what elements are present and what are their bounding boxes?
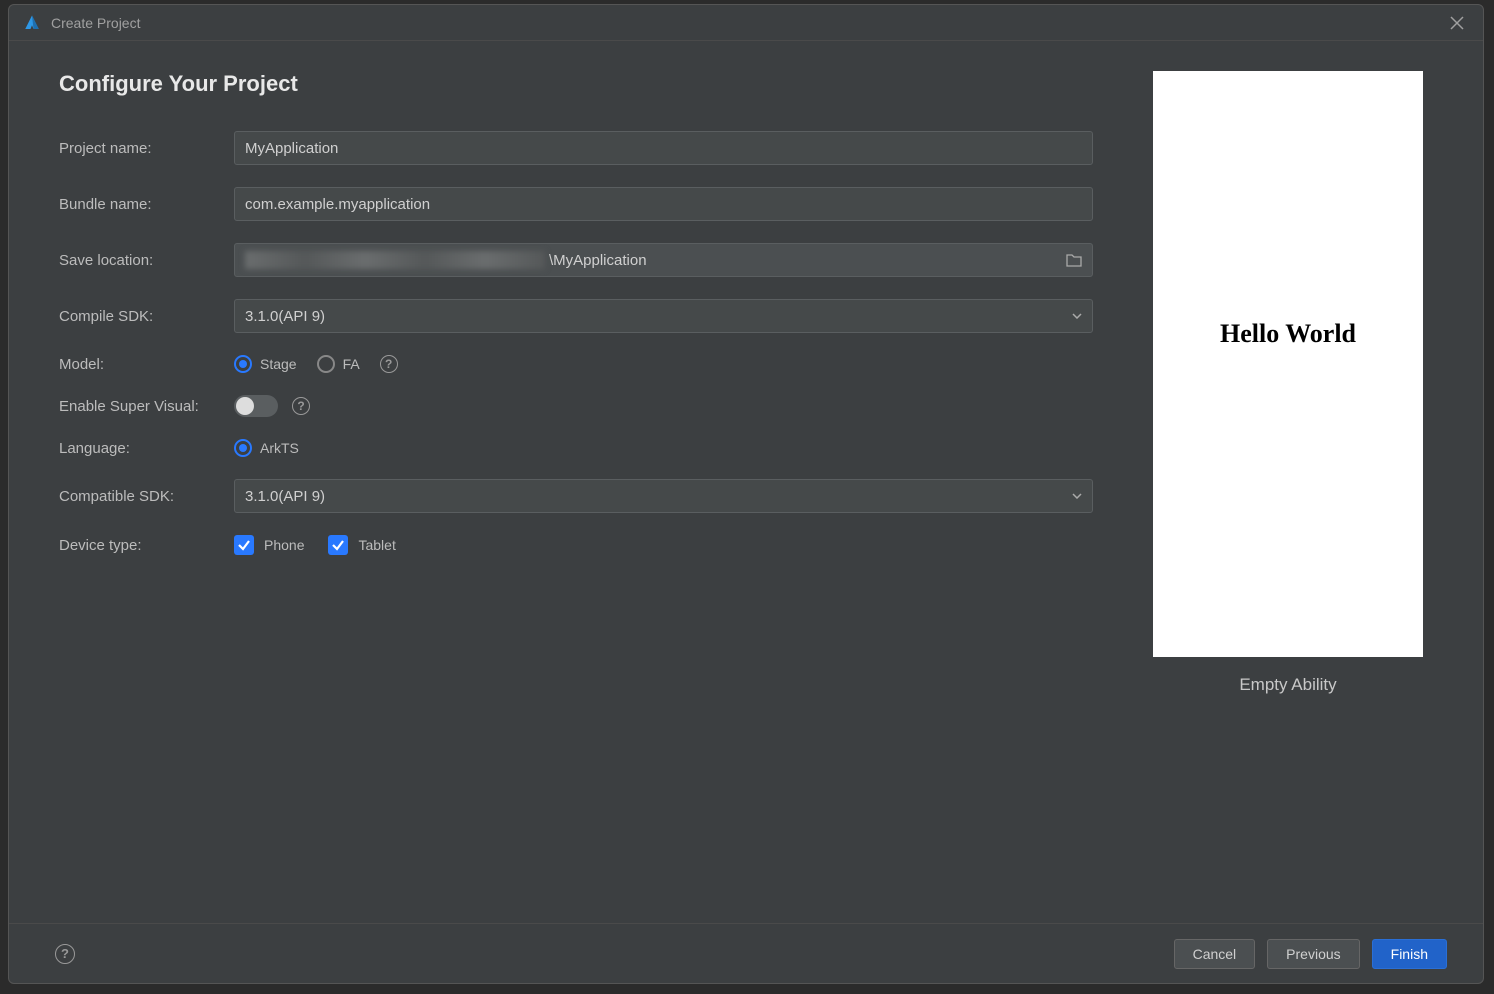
browse-folder-icon[interactable] [1066,253,1082,267]
model-radio-fa[interactable]: FA [317,355,360,373]
label-device-type: Device type: [59,537,234,554]
label-language: Language: [59,440,234,457]
row-bundle-name: Bundle name: com.example.myapplication [59,187,1093,221]
row-compatible-sdk: Compatible SDK: 3.1.0(API 9) [59,479,1093,513]
label-model: Model: [59,356,234,373]
label-project-name: Project name: [59,140,234,157]
language-arkts-label: ArkTS [260,440,299,456]
device-checkbox-phone[interactable]: Phone [234,535,304,555]
compatible-sdk-value: 3.1.0(API 9) [245,488,325,505]
radio-dot-icon [234,355,252,373]
radio-dot-icon [317,355,335,373]
language-radio-arkts[interactable]: ArkTS [234,439,299,457]
chevron-down-icon [1072,313,1082,319]
help-icon[interactable]: ? [380,355,398,373]
project-name-value: MyApplication [245,140,338,157]
help-icon[interactable]: ? [292,397,310,415]
titlebar: Create Project [9,5,1483,41]
create-project-dialog: Create Project Configure Your Project Pr… [8,4,1484,984]
label-super-visual: Enable Super Visual: [59,398,234,415]
model-radio-stage[interactable]: Stage [234,355,297,373]
preview-hello-text: Hello World [1220,319,1356,349]
row-model: Model: Stage FA ? [59,355,1093,373]
page-title: Configure Your Project [59,71,1093,97]
label-compatible-sdk: Compatible SDK: [59,488,234,505]
row-language: Language: ArkTS [59,439,1093,457]
model-fa-label: FA [343,356,360,372]
row-project-name: Project name: MyApplication [59,131,1093,165]
row-compile-sdk: Compile SDK: 3.1.0(API 9) [59,299,1093,333]
preview-canvas: Hello World [1153,71,1423,657]
dialog-title: Create Project [51,15,1445,31]
app-logo-icon [23,14,41,32]
row-device-type: Device type: Phone Tablet [59,535,1093,555]
footer-help-icon[interactable]: ? [55,944,75,964]
redacted-path-segment [245,251,545,269]
bundle-name-input[interactable]: com.example.myapplication [234,187,1093,221]
dialog-content: Configure Your Project Project name: MyA… [9,41,1483,923]
previous-button[interactable]: Previous [1267,939,1359,969]
compile-sdk-select[interactable]: 3.1.0(API 9) [234,299,1093,333]
chevron-down-icon [1072,493,1082,499]
label-save-location: Save location: [59,252,234,269]
radio-dot-icon [234,439,252,457]
preview-caption: Empty Ability [1239,675,1336,695]
finish-button[interactable]: Finish [1372,939,1447,969]
checkbox-checked-icon [234,535,254,555]
row-super-visual: Enable Super Visual: ? [59,395,1093,417]
preview-column: Hello World Empty Ability [1133,71,1443,923]
save-location-suffix: \MyApplication [549,252,647,269]
super-visual-toggle[interactable] [234,395,278,417]
checkbox-checked-icon [328,535,348,555]
dialog-footer: ? Cancel Previous Finish [9,923,1483,983]
label-bundle-name: Bundle name: [59,196,234,213]
close-button[interactable] [1445,11,1469,35]
bundle-name-value: com.example.myapplication [245,196,430,213]
project-name-input[interactable]: MyApplication [234,131,1093,165]
form-column: Configure Your Project Project name: MyA… [59,71,1133,923]
device-phone-label: Phone [264,537,304,553]
model-stage-label: Stage [260,356,297,372]
cancel-button[interactable]: Cancel [1174,939,1256,969]
compatible-sdk-select[interactable]: 3.1.0(API 9) [234,479,1093,513]
label-compile-sdk: Compile SDK: [59,308,234,325]
device-tablet-label: Tablet [358,537,395,553]
compile-sdk-value: 3.1.0(API 9) [245,308,325,325]
save-location-input[interactable]: \MyApplication [234,243,1093,277]
device-checkbox-tablet[interactable]: Tablet [328,535,395,555]
row-save-location: Save location: \MyApplication [59,243,1093,277]
